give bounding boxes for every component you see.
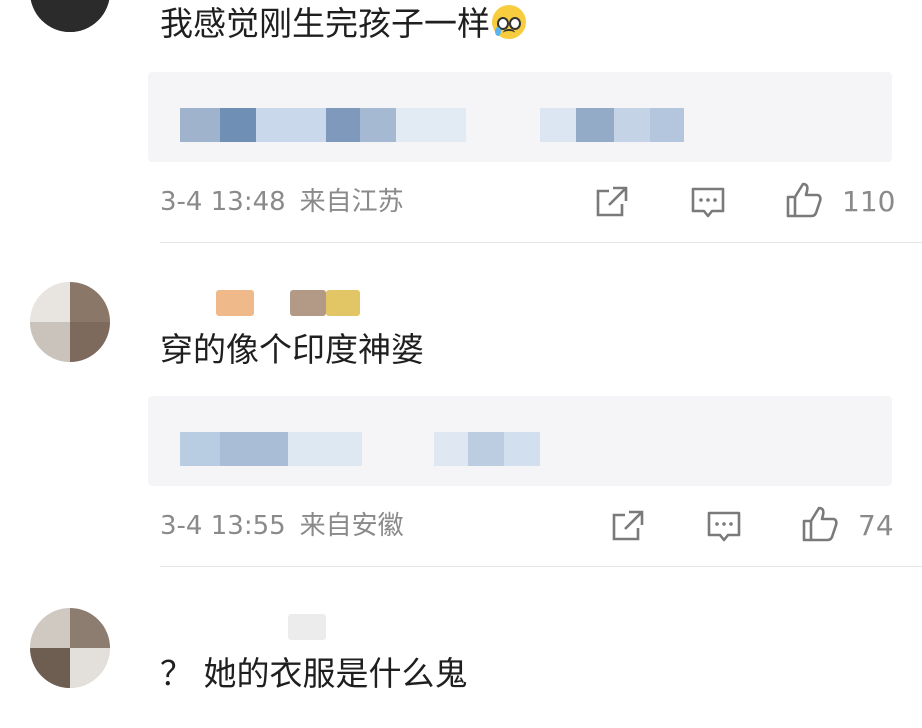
reply-button[interactable] [704, 506, 744, 546]
timestamp: 3-4 13:55 [160, 511, 286, 541]
blurred-reply-content [180, 432, 220, 466]
like-count: 74 [858, 509, 894, 542]
thumbs-up-icon [786, 182, 822, 218]
comment-meta: 3-4 13:55 来自安徽 [160, 510, 404, 542]
like-count: 110 [842, 185, 896, 218]
comment-text: 我感觉刚生完孩子一样 [160, 4, 526, 44]
location: 来自江苏 [299, 187, 404, 217]
share-button[interactable] [592, 182, 632, 222]
reply-button[interactable] [688, 182, 728, 222]
crying-face-emoji-icon [492, 5, 526, 39]
share-button[interactable] [608, 506, 648, 546]
like-button[interactable] [784, 180, 824, 220]
divider [160, 242, 922, 243]
blurred-username [216, 290, 254, 316]
comment-icon [707, 511, 741, 542]
comment-text: 穿的像个印度神婆 [160, 330, 424, 369]
reply-preview[interactable] [148, 396, 892, 486]
blurred-username [288, 614, 326, 640]
avatar[interactable] [30, 608, 110, 688]
reply-preview[interactable] [148, 72, 892, 162]
share-icon [612, 510, 644, 541]
blurred-reply-content [180, 108, 220, 142]
share-icon [596, 186, 628, 217]
location: 来自安徽 [299, 511, 404, 541]
divider [160, 566, 922, 567]
comment-meta: 3-4 13:48 来自江苏 [160, 186, 404, 218]
comment-text: ？ 她的衣服是什么鬼 [160, 654, 468, 693]
avatar[interactable] [30, 0, 110, 32]
like-button[interactable] [800, 504, 840, 544]
avatar[interactable] [30, 282, 110, 362]
comment-icon [691, 187, 725, 218]
thumbs-up-icon [802, 506, 838, 542]
timestamp: 3-4 13:48 [160, 187, 286, 217]
